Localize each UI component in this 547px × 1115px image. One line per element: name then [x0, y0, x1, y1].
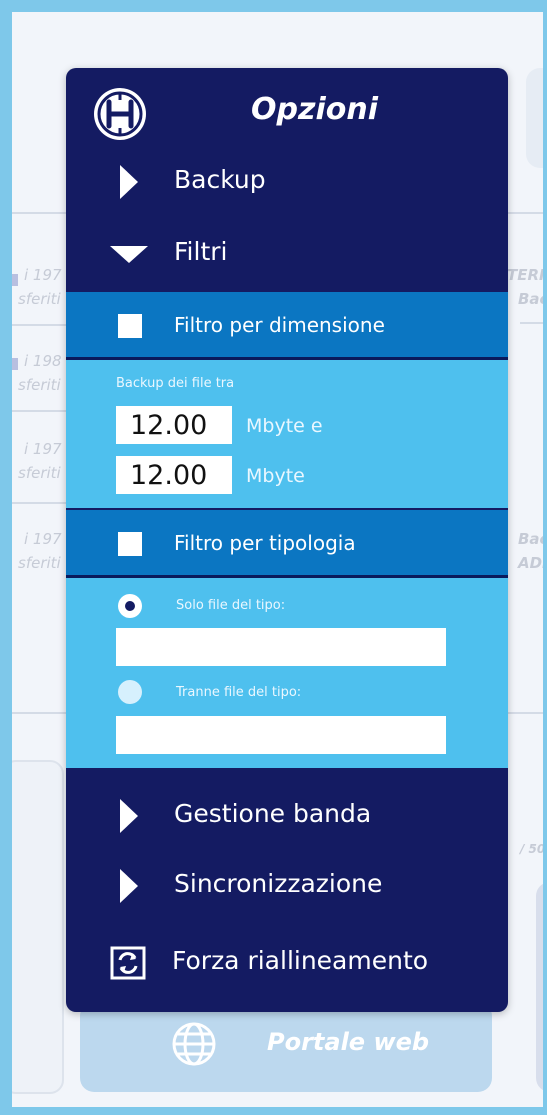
- background-card-left: [12, 760, 64, 1094]
- background-label: TERI: [507, 266, 545, 284]
- menu-item-backup-label: Backup: [174, 165, 266, 194]
- tranne-file-input[interactable]: [116, 716, 446, 754]
- size-max-unit: Mbyte: [246, 465, 305, 487]
- background-label: Bac: [518, 530, 547, 548]
- options-panel: Opzioni Backup Filtri Filtro per dimensi…: [66, 68, 508, 1012]
- menu-item-forza-riallineamento-label: Forza riallineamento: [172, 946, 429, 975]
- background-card-top-right: [526, 68, 543, 168]
- solo-file-input[interactable]: [116, 628, 446, 666]
- filter-size-body: Backup dei file tra Mbyte e Mbyte: [66, 360, 508, 508]
- size-min-unit: Mbyte e: [246, 415, 323, 437]
- logo-icon: [94, 88, 146, 140]
- filter-size-header[interactable]: Filtro per dimensione: [66, 292, 508, 360]
- background-row-date: i 197: [24, 266, 62, 284]
- menu-item-sincronizzazione-label: Sincronizzazione: [174, 869, 383, 898]
- background-row-sub: sferiti: [18, 464, 61, 482]
- filter-type-label: Filtro per tipologia: [174, 531, 356, 555]
- background-label: ADE: [518, 554, 543, 572]
- radio-tranne-file[interactable]: [118, 680, 142, 704]
- filter-type-body: Solo file del tipo: Tranne file del tipo…: [66, 578, 508, 768]
- menu-item-backup[interactable]: Backup: [66, 152, 508, 212]
- globe-icon: [172, 1022, 216, 1066]
- background-row-date: i 197: [24, 530, 62, 548]
- background-divider: [12, 324, 72, 326]
- background-divider: [12, 410, 72, 412]
- portal-web-label: Portale web: [267, 1028, 430, 1056]
- chevron-down-icon: [110, 246, 148, 263]
- background-divider: [520, 322, 543, 324]
- background-divider: [12, 502, 72, 504]
- radio-selected-dot: [125, 601, 135, 611]
- menu-item-gestione-banda[interactable]: Gestione banda: [66, 786, 508, 846]
- background-row-sub: sferiti: [18, 376, 61, 394]
- background-row-date: i 198: [24, 352, 62, 370]
- menu-item-sincronizzazione[interactable]: Sincronizzazione: [66, 856, 508, 916]
- size-max-input[interactable]: [116, 456, 232, 494]
- background-marker: [12, 358, 18, 370]
- radio-solo-file[interactable]: [118, 594, 142, 618]
- sync-icon: [110, 946, 146, 980]
- background-marker: [12, 274, 18, 286]
- filter-size-caption: Backup dei file tra: [116, 376, 235, 391]
- menu-item-filtri[interactable]: Filtri: [66, 224, 508, 284]
- filter-type-checkbox[interactable]: [118, 532, 142, 556]
- size-min-input[interactable]: [116, 406, 232, 444]
- menu-item-filtri-label: Filtri: [174, 237, 228, 266]
- chevron-right-icon: [120, 869, 138, 903]
- chevron-right-icon: [120, 799, 138, 833]
- background-card-right: [536, 882, 543, 1092]
- menu-item-gestione-banda-label: Gestione banda: [174, 799, 372, 828]
- background-row-sub: sferiti: [18, 554, 61, 572]
- filter-size-checkbox[interactable]: [118, 314, 142, 338]
- radio-solo-label: Solo file del tipo:: [176, 598, 286, 613]
- background-row-sub: sferiti: [18, 290, 61, 308]
- filter-size-label: Filtro per dimensione: [174, 313, 385, 337]
- panel-title: Opzioni: [251, 92, 378, 127]
- filter-type-header[interactable]: Filtro per tipologia: [66, 510, 508, 578]
- background-label: Bac: [518, 290, 547, 308]
- radio-tranne-label: Tranne file del tipo:: [176, 685, 302, 700]
- chevron-right-icon: [120, 165, 138, 199]
- background-row-date: i 197: [24, 440, 62, 458]
- background-label: / 50 G: [520, 842, 546, 856]
